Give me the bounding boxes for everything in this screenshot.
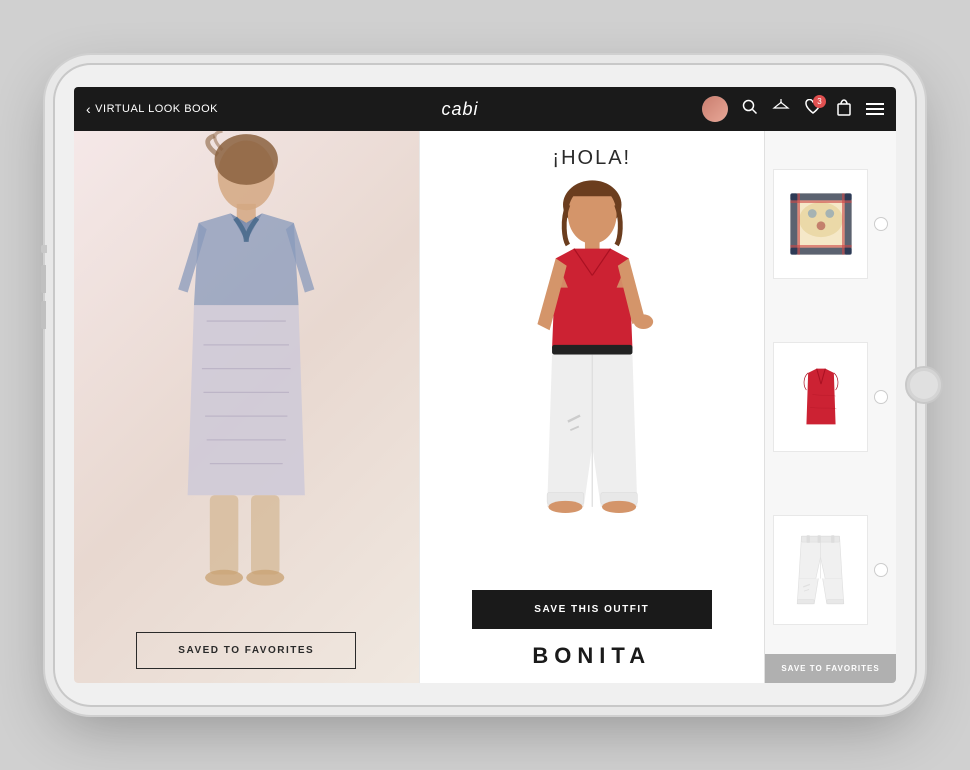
- red-top-thumbnail[interactable]: [773, 342, 868, 452]
- white-pants-radio[interactable]: [874, 563, 888, 577]
- outfit-model-left: [74, 131, 419, 622]
- menu-line-3: [866, 113, 884, 115]
- back-arrow-icon: ‹: [86, 101, 91, 117]
- menu-line-2: [866, 108, 884, 110]
- outfits-row: SAVED TO FAVORITES ¡HOLA!: [74, 131, 764, 683]
- list-item: [773, 485, 888, 654]
- back-nav[interactable]: ‹ VIRTUAL LOOK BOOK: [86, 101, 218, 117]
- volume-up-button[interactable]: [41, 265, 46, 293]
- saved-to-favorites-button[interactable]: SAVED TO FAVORITES: [136, 632, 356, 669]
- menu-icon[interactable]: [866, 103, 884, 115]
- outfit-card-right: ¡HOLA!: [420, 131, 765, 683]
- avatar-image: [702, 96, 728, 122]
- back-label: VIRTUAL LOOK BOOK: [95, 103, 218, 115]
- outfit-title: ¡HOLA!: [420, 131, 765, 178]
- screen: ‹ VIRTUAL LOOK BOOK cabi: [74, 87, 896, 683]
- wishlist-badge: 3: [813, 95, 826, 108]
- white-pants-thumbnail[interactable]: [773, 515, 868, 625]
- scarf-svg: [786, 189, 856, 259]
- outfit-model-right: [420, 178, 765, 580]
- scarf-radio[interactable]: [874, 217, 888, 231]
- avatar-button[interactable]: [702, 96, 728, 122]
- navbar: ‹ VIRTUAL LOOK BOOK cabi: [74, 87, 896, 131]
- nav-icons: 3: [702, 96, 884, 122]
- outfit-card-left: SAVED TO FAVORITES: [74, 131, 420, 683]
- search-icon[interactable]: [742, 99, 758, 120]
- red-top-svg: [791, 359, 851, 434]
- model-right-svg: [430, 178, 755, 580]
- save-to-favorites-button[interactable]: SAVE TO FAVORITES: [765, 654, 896, 683]
- volume-down-button[interactable]: [41, 301, 46, 329]
- items-list: [765, 131, 896, 654]
- outfit-subtitle: BONITA: [420, 643, 765, 683]
- menu-line-1: [866, 103, 884, 105]
- bag-icon[interactable]: [836, 98, 852, 121]
- user-avatar: [702, 96, 728, 122]
- white-pants-svg: [793, 530, 848, 610]
- list-item: [773, 312, 888, 481]
- nav-title: cabi: [218, 99, 702, 120]
- tablet-frame: ‹ VIRTUAL LOOK BOOK cabi: [55, 65, 915, 705]
- content-area: SAVED TO FAVORITES ¡HOLA!: [74, 131, 896, 683]
- wishlist-icon[interactable]: 3: [804, 99, 822, 120]
- outfit-action-right: SAVE THIS OUTFIT: [420, 580, 765, 643]
- model-left-svg: [84, 131, 409, 622]
- hanger-icon[interactable]: [772, 99, 790, 120]
- brand-logo: cabi: [441, 99, 478, 120]
- home-button[interactable]: [905, 366, 943, 404]
- items-panel: SAVE TO FAVORITES: [764, 131, 896, 683]
- scarf-thumbnail[interactable]: [773, 169, 868, 279]
- outfit-action-left: SAVED TO FAVORITES: [74, 622, 419, 683]
- list-item: [773, 139, 888, 308]
- lookbook-panel: SAVED TO FAVORITES ¡HOLA!: [74, 131, 764, 683]
- save-this-outfit-button[interactable]: SAVE THIS OUTFIT: [472, 590, 712, 629]
- red-top-radio[interactable]: [874, 390, 888, 404]
